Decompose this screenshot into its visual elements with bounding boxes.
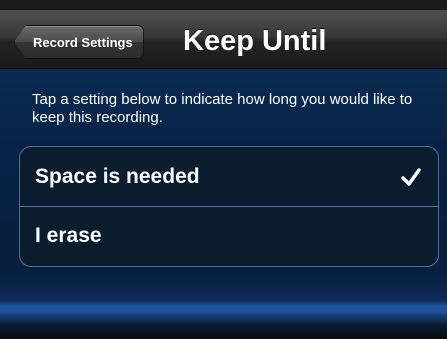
- option-label: Space is needed: [35, 164, 200, 188]
- status-strip: [0, 0, 447, 10]
- option-i-erase[interactable]: I erase: [20, 206, 438, 265]
- option-space-is-needed[interactable]: Space is needed: [20, 147, 438, 206]
- instructions-text: Tap a setting below to indicate how long…: [32, 91, 413, 126]
- bottom-glow: [0, 300, 447, 314]
- keep-until-screen: Record Settings Keep Until Tap a setting…: [0, 0, 447, 339]
- checkmark-icon: [401, 167, 421, 186]
- option-label: I erase: [35, 224, 102, 247]
- page-title: Keep Until: [183, 25, 327, 57]
- record-settings-back-button[interactable]: Record Settings: [14, 25, 144, 59]
- keep-until-options-list: Space is needed I erase: [19, 146, 439, 267]
- navigation-bar: Record Settings Keep Until: [0, 10, 447, 69]
- back-button-label: Record Settings: [33, 34, 133, 50]
